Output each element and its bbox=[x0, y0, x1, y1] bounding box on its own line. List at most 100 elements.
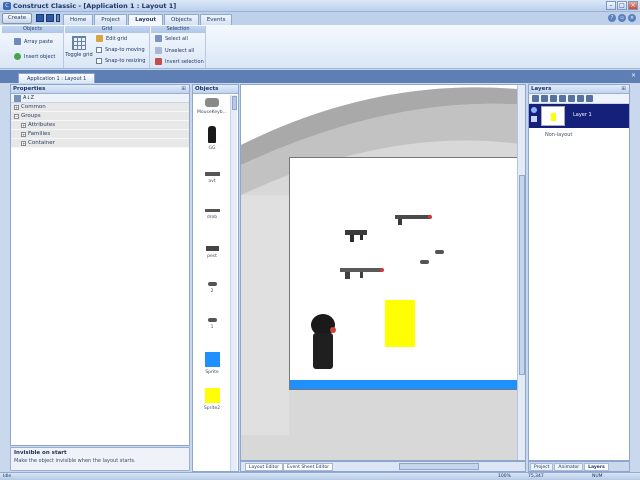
object-item-sprite2[interactable]: Sprite2 bbox=[193, 388, 231, 411]
pin-icon[interactable]: ⊞ bbox=[181, 85, 186, 94]
yellow-sprite[interactable] bbox=[385, 300, 415, 347]
grid-icon bbox=[72, 36, 86, 50]
description-text: Make the object invisible when the layou… bbox=[14, 458, 136, 464]
invert-selection-button[interactable]: Invert selection bbox=[155, 58, 204, 65]
insert-object-button[interactable]: Insert object bbox=[14, 53, 55, 60]
unselect-all-icon bbox=[155, 47, 162, 54]
invert-selection-icon bbox=[155, 58, 162, 65]
horizontal-scrollbar[interactable] bbox=[399, 463, 479, 470]
categorized-icon[interactable] bbox=[14, 95, 21, 102]
layer-lock-icon[interactable] bbox=[568, 95, 575, 102]
insert-object-icon bbox=[14, 53, 21, 60]
object-item-pest[interactable]: pest bbox=[193, 246, 231, 259]
add-layer-above-icon[interactable] bbox=[541, 95, 548, 102]
collapse-icon[interactable]: − bbox=[14, 113, 19, 119]
rifle-sprite-2[interactable] bbox=[395, 215, 432, 225]
object-item-sprite[interactable]: Sprite bbox=[193, 352, 231, 375]
layer-thumbnail bbox=[541, 106, 565, 126]
object-item-1[interactable]: 1 bbox=[193, 318, 231, 330]
layer-name: Layer 1 bbox=[573, 112, 592, 118]
scroll-thumb[interactable] bbox=[232, 96, 237, 110]
window-controls: – □ × bbox=[606, 1, 638, 10]
description-title: Invisible on start bbox=[14, 450, 67, 456]
minimize-button[interactable]: – bbox=[606, 1, 616, 10]
ribbon-tabs: Home Project Layout Objects Events bbox=[63, 14, 233, 25]
object-item-avt[interactable]: avt bbox=[193, 172, 231, 184]
new-file-icon[interactable] bbox=[36, 14, 44, 22]
move-layer-down-icon[interactable] bbox=[586, 95, 593, 102]
window-title: Construct Classic - [Application 1 : Lay… bbox=[13, 2, 177, 10]
properties-header: Properties ⊞ bbox=[11, 85, 189, 94]
dropdown-icon[interactable] bbox=[56, 14, 60, 22]
add-layer-icon[interactable] bbox=[532, 95, 539, 102]
tab-layers-panel[interactable]: Layers bbox=[584, 463, 609, 471]
array-paste-button[interactable]: Array paste bbox=[14, 38, 53, 45]
tab-animator-panel[interactable]: Animator bbox=[554, 463, 584, 471]
lock-icon[interactable] bbox=[531, 116, 537, 122]
app-menu-button[interactable]: Create bbox=[2, 13, 32, 24]
maximize-button[interactable]: □ bbox=[617, 1, 627, 10]
snap-resizing-checkbox[interactable]: Snap-to resizing bbox=[96, 58, 145, 64]
right-panel-tabs: Project Animator Layers bbox=[528, 461, 630, 472]
checkbox-icon bbox=[96, 58, 102, 64]
scroll-thumb[interactable] bbox=[519, 175, 525, 375]
pin-icon[interactable]: ⊞ bbox=[621, 85, 626, 94]
edit-grid-button[interactable]: Edit grid bbox=[96, 35, 127, 42]
restore-icon[interactable]: ▫ bbox=[618, 14, 626, 22]
delete-layer-icon[interactable] bbox=[550, 95, 557, 102]
quick-access-toolbar bbox=[36, 14, 60, 22]
tab-project[interactable]: Project bbox=[94, 14, 128, 25]
non-layout-row[interactable]: Non-layout bbox=[529, 128, 629, 138]
sort-alpha-icon[interactable]: A↓Z bbox=[23, 95, 34, 101]
layers-panel: Layers ⊞ Layer 1 Non-layout bbox=[528, 84, 630, 461]
bullet-sprite-icon bbox=[207, 282, 217, 286]
bullet-sprite-2[interactable] bbox=[420, 260, 429, 264]
document-tab[interactable]: Application 1 : Layout 1 bbox=[18, 73, 96, 83]
tab-objects[interactable]: Objects bbox=[164, 14, 199, 25]
save-icon[interactable] bbox=[46, 14, 54, 22]
rifle-sprite-1[interactable] bbox=[345, 230, 367, 242]
unselect-all-button[interactable]: Unselect all bbox=[155, 47, 194, 54]
layer-visibility-icon[interactable] bbox=[559, 95, 566, 102]
edit-grid-icon bbox=[96, 35, 103, 42]
help-icon[interactable]: ? bbox=[608, 14, 616, 22]
prop-row-container[interactable]: + Container bbox=[11, 139, 189, 148]
object-item-drob[interactable]: drob bbox=[193, 209, 231, 220]
expand-icon[interactable]: + bbox=[21, 122, 26, 128]
expand-icon[interactable]: + bbox=[14, 104, 19, 110]
eye-icon[interactable] bbox=[531, 107, 537, 113]
editor-vertical-scrollbar[interactable] bbox=[517, 85, 525, 460]
close-button[interactable]: × bbox=[628, 1, 638, 10]
toggle-grid-button[interactable]: Toggle grid bbox=[65, 36, 93, 58]
select-all-button[interactable]: Select all bbox=[155, 35, 188, 42]
blue-sprite-floor[interactable] bbox=[290, 380, 518, 390]
object-item-gg[interactable]: GG bbox=[193, 126, 231, 151]
tab-layout[interactable]: Layout bbox=[128, 14, 164, 25]
close-document-icon[interactable]: × bbox=[631, 72, 636, 79]
group-title: Objects bbox=[2, 26, 63, 33]
layout-canvas[interactable] bbox=[289, 157, 518, 390]
ribbon-group-objects: Objects Array paste Insert object bbox=[2, 26, 64, 68]
tab-events[interactable]: Events bbox=[199, 14, 233, 25]
tab-layout-editor[interactable]: Layout Editor bbox=[245, 463, 284, 471]
close-doc-icon[interactable]: × bbox=[628, 14, 636, 22]
layers-header: Layers ⊞ bbox=[529, 85, 629, 94]
tab-project-panel[interactable]: Project bbox=[530, 463, 554, 471]
layer-row[interactable]: Layer 1 bbox=[529, 104, 629, 128]
move-layer-up-icon[interactable] bbox=[577, 95, 584, 102]
property-description: Invisible on start Make the object invis… bbox=[10, 447, 190, 471]
snap-moving-checkbox[interactable]: Snap-to moving bbox=[96, 47, 145, 53]
object-item-2[interactable]: 2 bbox=[193, 282, 231, 294]
ribbon-group-grid: Grid Toggle grid Edit grid Snap-to movin… bbox=[65, 26, 150, 68]
soldier-sprite[interactable] bbox=[311, 314, 336, 369]
expand-icon[interactable]: + bbox=[21, 140, 26, 146]
object-item-mousekeyboard[interactable]: MouseKeyb... bbox=[193, 98, 231, 115]
layout-editor[interactable] bbox=[240, 84, 526, 461]
tab-home[interactable]: Home bbox=[63, 14, 94, 25]
bullet-sprite-1[interactable] bbox=[435, 250, 444, 254]
rifle-sprite-3[interactable] bbox=[340, 268, 384, 279]
checkbox-icon bbox=[96, 47, 102, 53]
expand-icon[interactable]: + bbox=[21, 131, 26, 137]
tab-event-sheet-editor[interactable]: Event Sheet Editor bbox=[283, 463, 334, 471]
objects-scrollbar[interactable] bbox=[230, 95, 237, 471]
